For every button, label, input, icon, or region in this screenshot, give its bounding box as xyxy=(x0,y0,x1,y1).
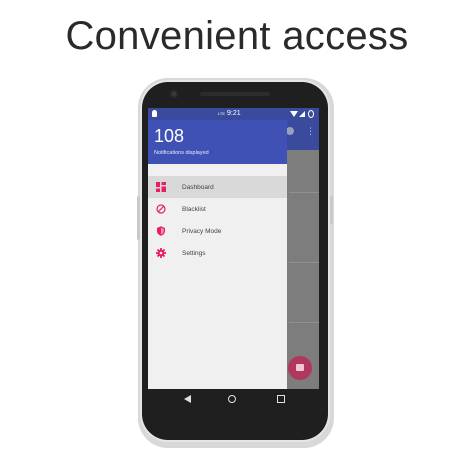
gear-icon xyxy=(156,248,166,258)
status-time: 9:21 xyxy=(227,110,241,117)
notification-count-label: Notifications displayed xyxy=(154,150,209,156)
status-bar: LTE 9:21 xyxy=(148,108,319,120)
navigation-bar xyxy=(148,389,319,411)
drawer-item-label: Dashboard xyxy=(182,183,214,191)
drawer-item-label: Privacy Mode xyxy=(182,227,222,235)
recents-icon[interactable] xyxy=(277,395,285,403)
dashboard-icon xyxy=(156,182,166,192)
signal-icon xyxy=(299,111,305,117)
headline: Convenient access xyxy=(65,14,409,58)
volume-button xyxy=(137,196,140,240)
list-divider xyxy=(289,262,319,263)
block-icon xyxy=(156,204,166,214)
fab-button[interactable] xyxy=(288,356,312,380)
front-camera xyxy=(170,90,178,98)
device-screen: ⋮ LTE 9:21 108 Notifications displayed D… xyxy=(148,108,319,389)
list-divider xyxy=(289,322,319,323)
drawer-item-settings[interactable]: Settings xyxy=(148,242,287,264)
power-icon xyxy=(308,110,314,118)
drawer-item-privacy-mode[interactable]: Privacy Mode xyxy=(148,220,287,242)
network-type: LTE xyxy=(218,111,226,116)
drawer-item-label: Settings xyxy=(182,249,206,257)
wifi-icon xyxy=(290,111,298,117)
toolbar-avatar xyxy=(286,127,294,135)
shield-icon xyxy=(157,226,165,236)
navigation-drawer: 108 Notifications displayed Dashboard Bl… xyxy=(148,120,287,389)
overflow-menu-icon[interactable]: ⋮ xyxy=(306,126,315,137)
earpiece-speaker xyxy=(200,92,270,96)
list-divider xyxy=(289,192,319,193)
drawer-item-dashboard[interactable]: Dashboard xyxy=(148,176,287,198)
notification-count: 108 xyxy=(154,126,185,146)
drawer-header: 108 Notifications displayed xyxy=(148,120,287,164)
back-icon[interactable] xyxy=(184,395,191,403)
drawer-item-label: Blacklist xyxy=(182,205,206,213)
power-button xyxy=(330,196,333,224)
notification-icon xyxy=(152,110,157,117)
home-icon[interactable] xyxy=(228,395,236,403)
drawer-item-blacklist[interactable]: Blacklist xyxy=(148,198,287,220)
